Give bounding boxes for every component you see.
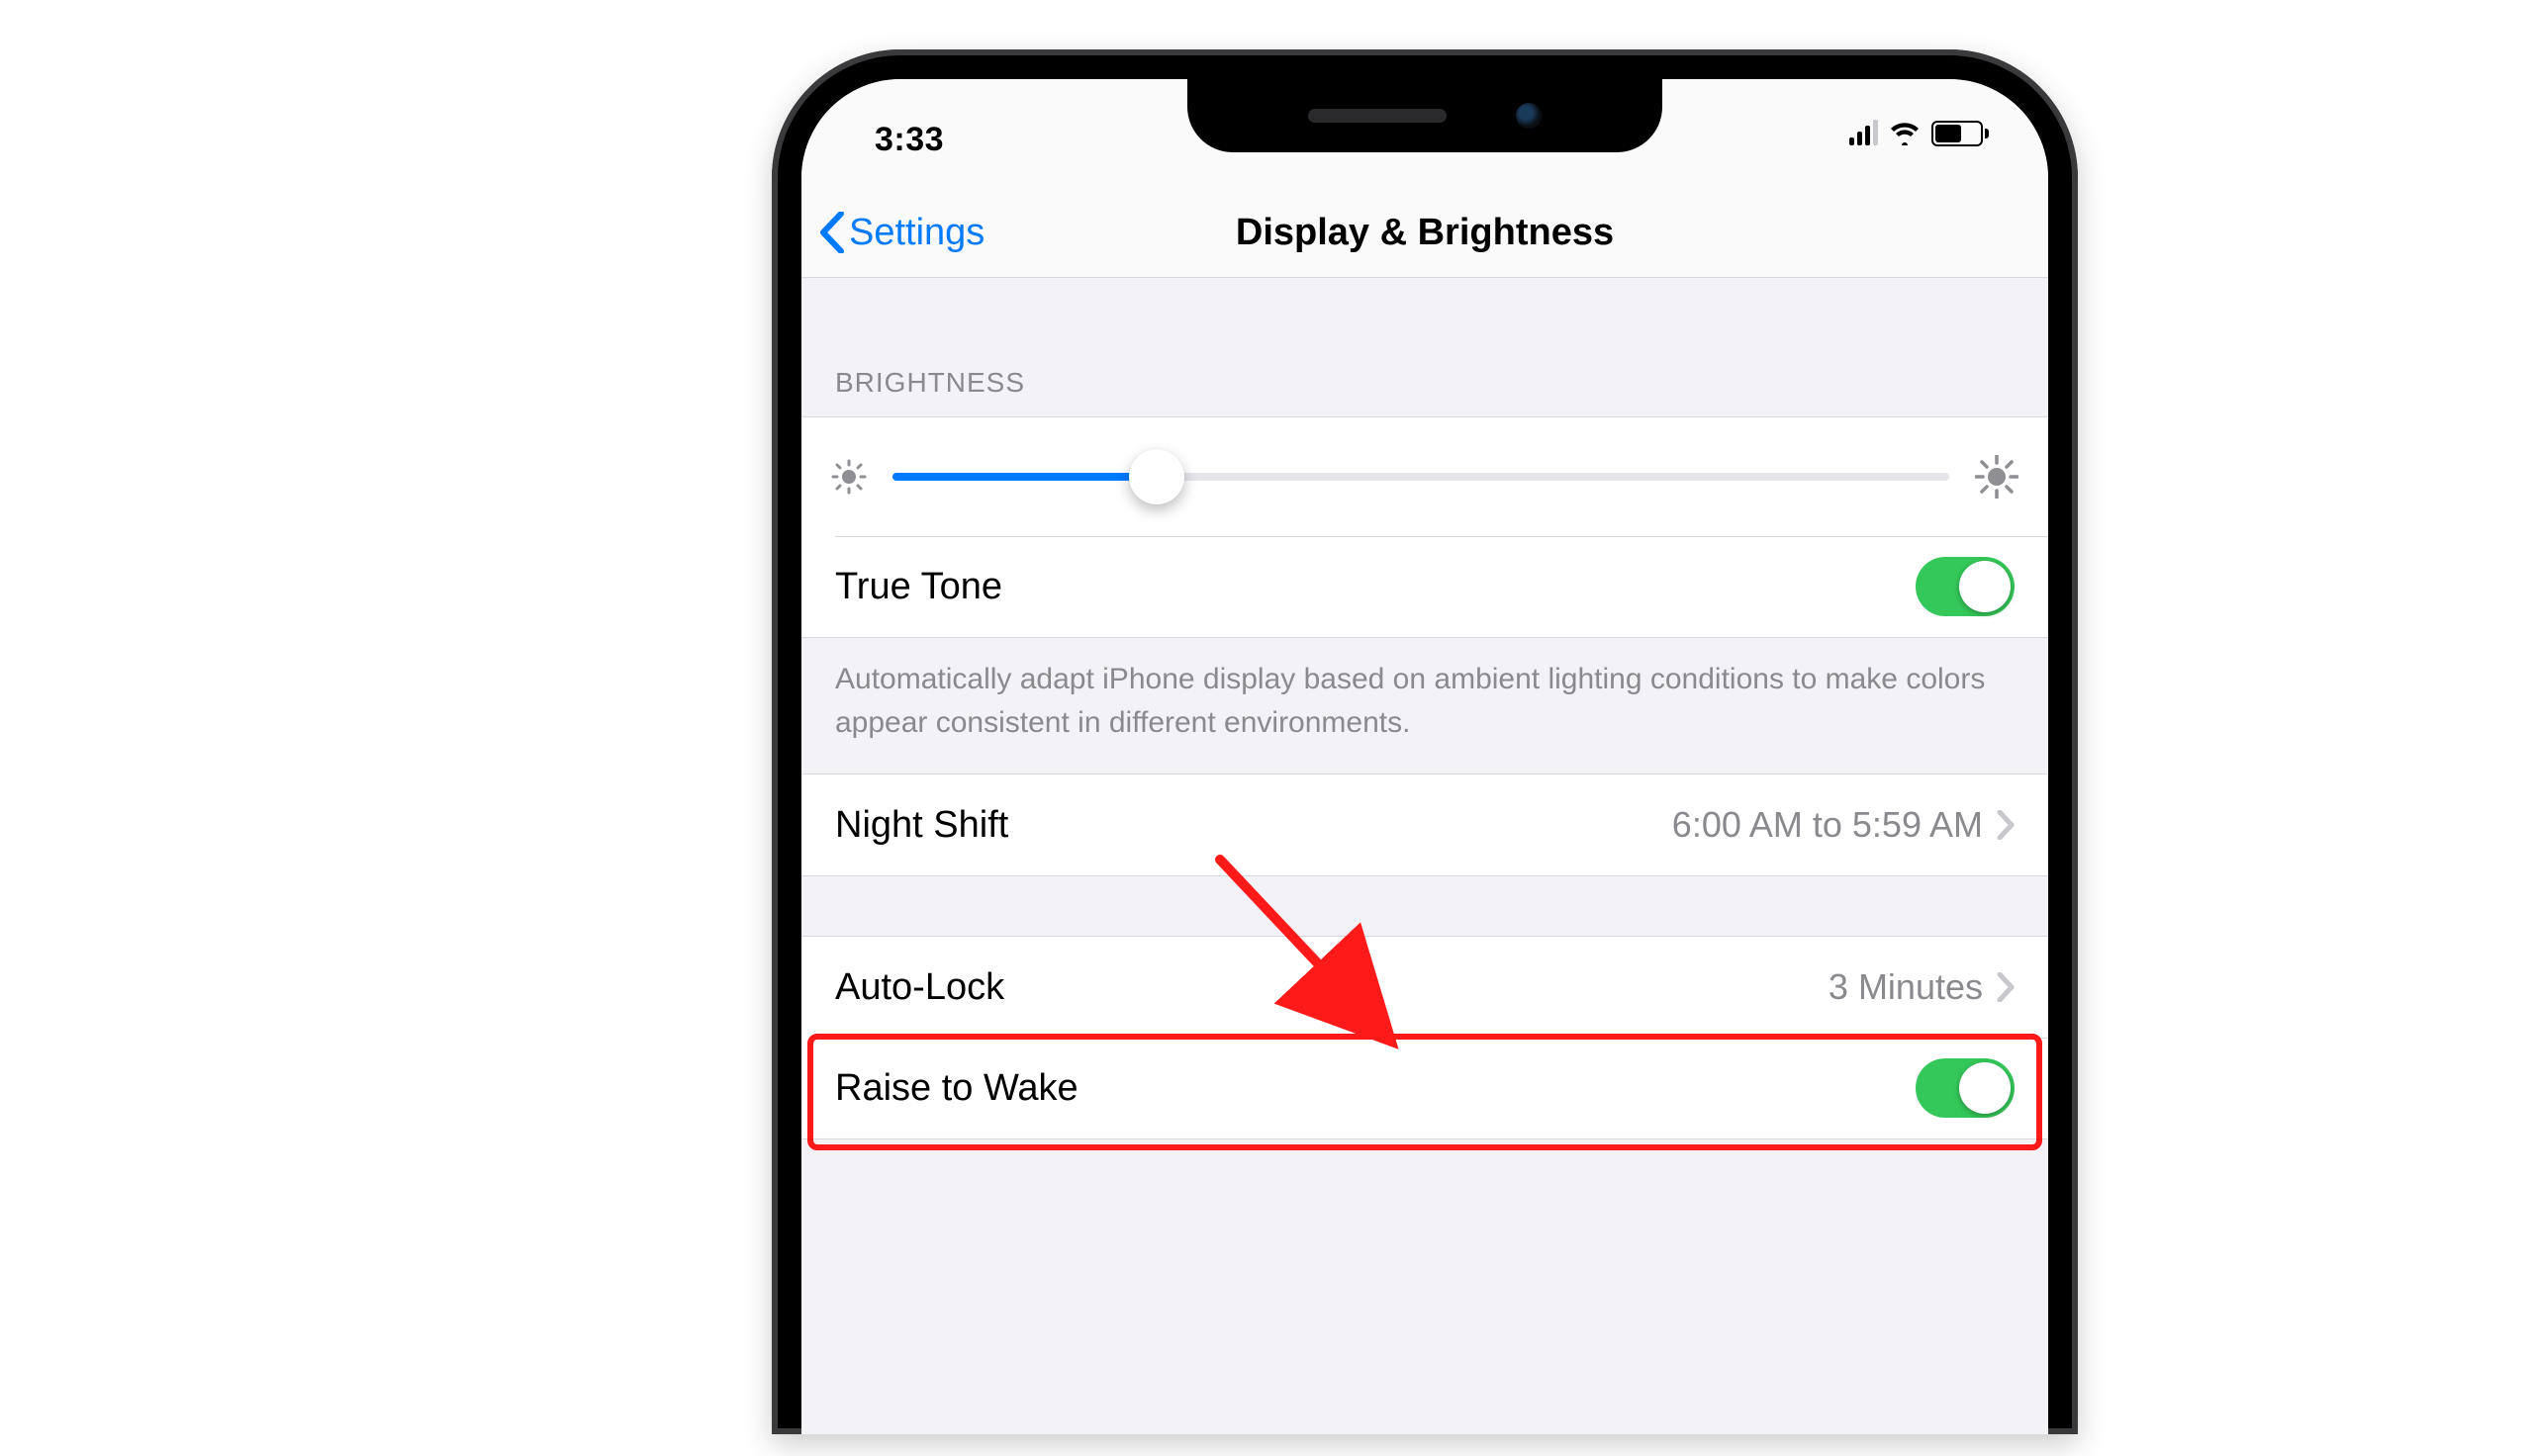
screen: 3:33 Setting [801, 79, 2048, 1434]
brightness-slider-fill [892, 473, 1157, 481]
wifi-icon [1890, 122, 1920, 145]
settings-content: BRIGHTNESS [801, 278, 2048, 1139]
phone-frame: 3:33 Setting [772, 49, 2078, 1434]
page-title: Display & Brightness [801, 212, 2048, 254]
auto-lock-label: Auto-Lock [835, 966, 1004, 1009]
auto-lock-value: 3 Minutes [1829, 966, 1983, 1008]
true-tone-label: True Tone [835, 566, 1002, 608]
chevron-right-icon [1997, 972, 2015, 1002]
cellular-signal-icon [1849, 122, 1878, 145]
brightness-section-header: BRIGHTNESS [801, 278, 2048, 416]
true-tone-row: True Tone [801, 536, 2048, 637]
raise-to-wake-label: Raise to Wake [835, 1067, 1079, 1110]
night-shift-label: Night Shift [835, 804, 1008, 847]
brightness-slider-row [801, 417, 2048, 536]
back-label: Settings [849, 212, 985, 254]
brightness-slider[interactable] [892, 473, 1949, 481]
brightness-slider-thumb[interactable] [1129, 449, 1184, 504]
raise-to-wake-row: Raise to Wake [801, 1038, 2048, 1138]
night-shift-value: 6:00 AM to 5:59 AM [1672, 804, 1983, 846]
status-icons [1849, 121, 1989, 146]
chevron-right-icon [1997, 810, 2015, 840]
chevron-left-icon [819, 212, 845, 253]
sun-high-icon [1975, 455, 2018, 499]
toggle-knob [1959, 561, 2011, 612]
brightness-group: True Tone [801, 416, 2048, 638]
true-tone-toggle[interactable] [1916, 557, 2015, 616]
night-shift-group: Night Shift 6:00 AM to 5:59 AM [801, 774, 2048, 876]
back-button[interactable]: Settings [819, 212, 985, 254]
front-camera [1516, 103, 1542, 129]
nav-bar: Settings Display & Brightness [801, 188, 2048, 278]
stage: 3:33 Setting [0, 0, 2533, 1456]
night-shift-row[interactable]: Night Shift 6:00 AM to 5:59 AM [801, 774, 2048, 875]
toggle-knob [1959, 1062, 2011, 1114]
sun-low-icon [831, 459, 867, 495]
true-tone-footer: Automatically adapt iPhone display based… [801, 638, 2048, 774]
speaker-grille [1308, 109, 1447, 123]
raise-to-wake-toggle[interactable] [1916, 1058, 2015, 1118]
battery-icon [1931, 121, 1989, 146]
status-time: 3:33 [875, 121, 944, 159]
notch [1187, 79, 1662, 152]
auto-lock-raise-group: Auto-Lock 3 Minutes Raise to Wake [801, 936, 2048, 1139]
auto-lock-row[interactable]: Auto-Lock 3 Minutes [801, 937, 2048, 1038]
